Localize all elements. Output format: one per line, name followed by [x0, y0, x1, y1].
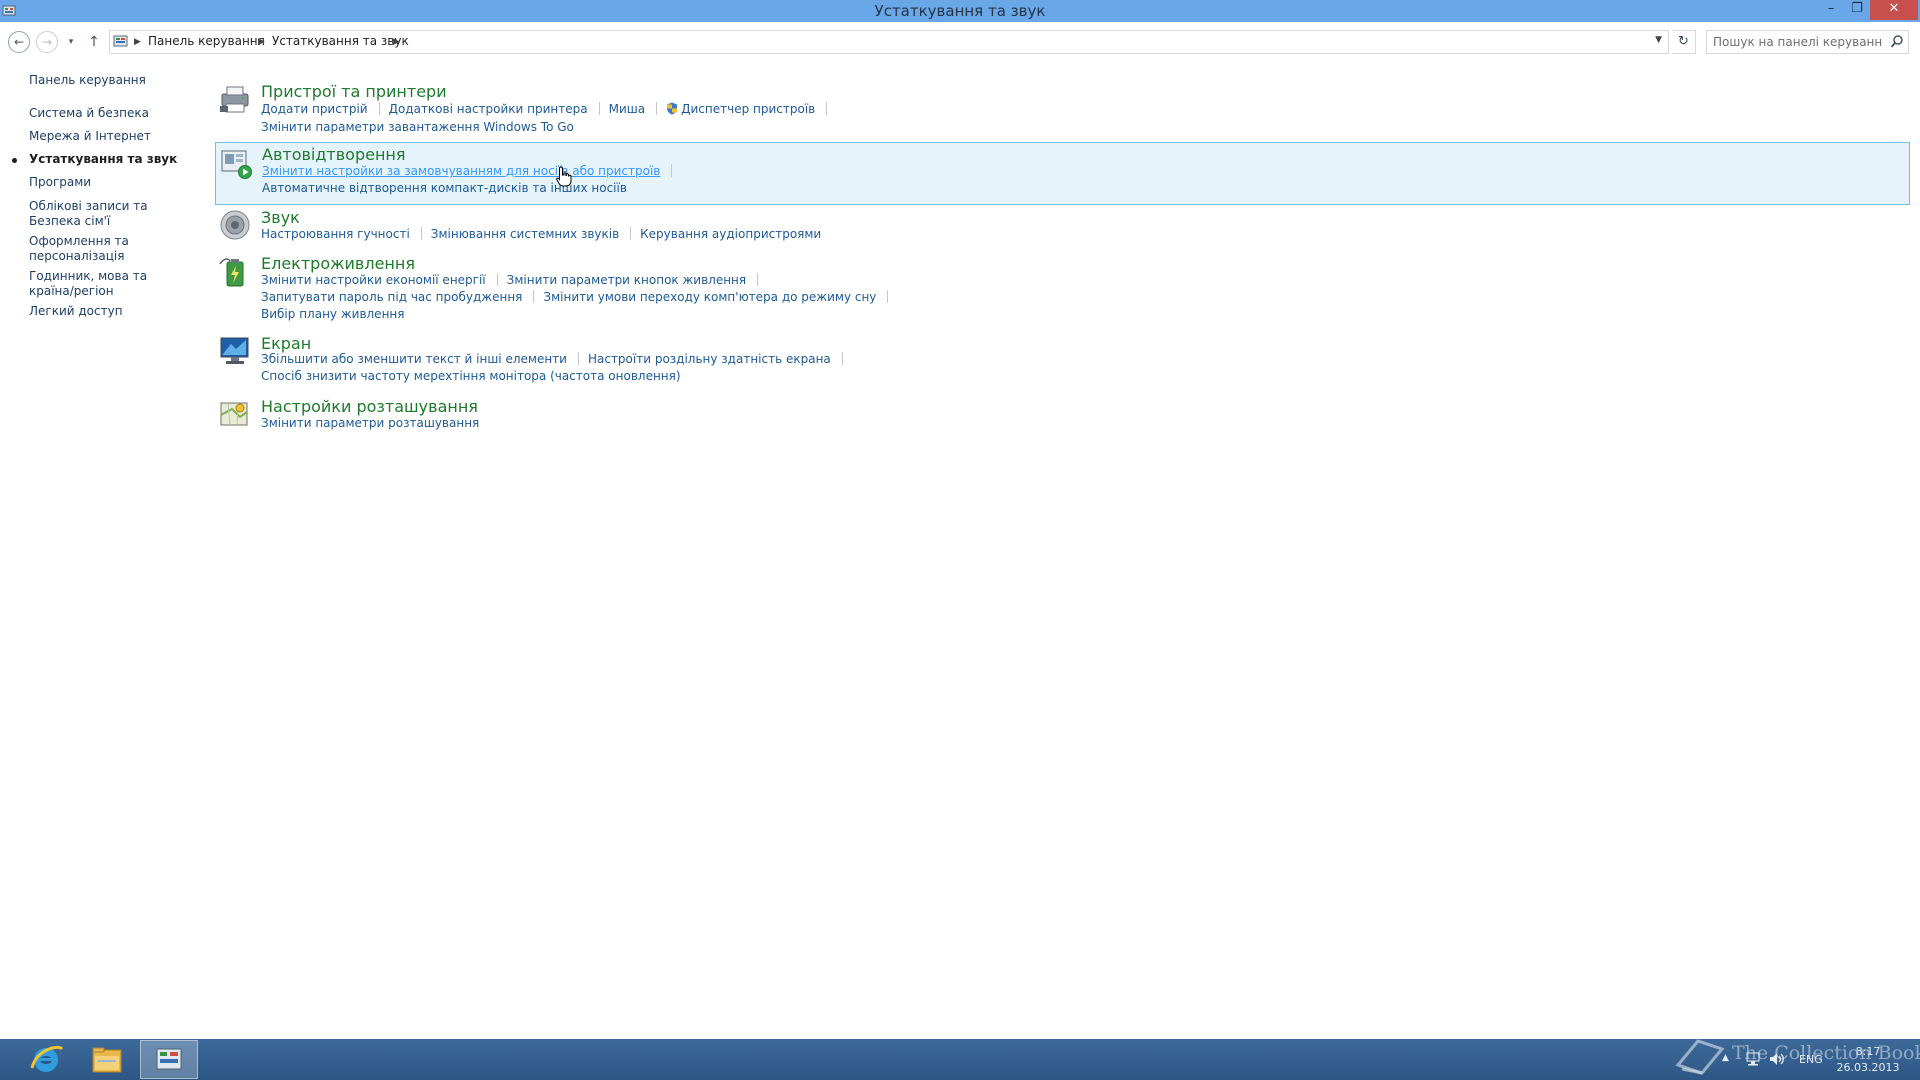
require-password-on-wakeup-link[interactable]: Запитувати пароль під час пробудження [261, 290, 522, 304]
address-bar[interactable]: ▶ Панель керування ▶ Устаткування та зву… [109, 30, 1669, 54]
category-location-settings: Настройки розташування Змінити параметри… [215, 397, 1910, 437]
control-panel-icon [156, 1048, 182, 1070]
link-row: Збільшити або зменшити текст й інші елем… [261, 352, 852, 367]
window-title: Устаткування та звук [874, 2, 1046, 20]
address-dropdown-chevron-down-icon[interactable]: ▼ [1655, 35, 1662, 45]
search-box[interactable] [1706, 30, 1909, 54]
category-devices-and-printers: Пристрої та принтери Додати пристрій Дода… [215, 82, 1910, 134]
autoplay-icon[interactable] [219, 147, 253, 181]
battery-icon[interactable] [218, 254, 252, 288]
monitor-icon[interactable] [218, 334, 252, 368]
category-sound: Звук Настроювання гучності Змінювання сис… [215, 208, 1910, 248]
link-row: Настроювання гучності Змінювання системни… [261, 227, 821, 242]
change-power-buttons-link[interactable]: Змінити параметри кнопок живлення [507, 273, 746, 287]
breadcrumb-separator-icon[interactable]: ▶ [393, 35, 400, 49]
taskbar-internet-explorer-button[interactable] [18, 1040, 76, 1079]
sidebar-item-user-accounts[interactable]: Облікові записи та Безпека сім'ї [29, 199, 189, 229]
manage-audio-devices-link[interactable]: Керування аудіопристроями [640, 227, 821, 241]
link-row: Змінити параметри розташування [261, 416, 479, 431]
sidebar-item-control-panel-home[interactable]: Панель керування [29, 73, 189, 88]
link-row: Запитувати пароль під час пробудження Змі… [261, 290, 897, 305]
change-sleep-settings-link[interactable]: Змінити умови переходу комп'ютера до реж… [543, 290, 876, 304]
forward-button[interactable]: → [36, 31, 58, 53]
change-location-settings-link[interactable]: Змінити параметри розташування [261, 416, 479, 430]
speaker-icon[interactable] [218, 208, 252, 242]
sidebar-item-hardware-and-sound[interactable]: Устаткування та звук [29, 152, 189, 167]
breadcrumb-separator-icon[interactable]: ▶ [258, 35, 265, 49]
category-title-location-settings[interactable]: Настройки розташування [261, 397, 478, 416]
link-row: Змінити настройки економії енергії Змінит… [261, 273, 767, 288]
advanced-printer-setup-link[interactable]: Додаткові настройки принтера [389, 102, 588, 116]
watermark-text: The Collection Book [1732, 1042, 1920, 1064]
choose-power-plan-link[interactable]: Вибір плану живлення [261, 307, 404, 321]
link-row: Вибір плану живлення [261, 307, 404, 322]
make-text-larger-link[interactable]: Збільшити або зменшити текст й інші елем… [261, 352, 567, 366]
link-row: Змінити настройки за замовчуванням для н… [262, 164, 681, 179]
hand-cursor-icon [556, 166, 572, 187]
category-title-power-options[interactable]: Електроживлення [261, 254, 415, 273]
search-input[interactable] [1713, 34, 1883, 50]
minimize-button[interactable]: – [1818, 0, 1844, 20]
back-button[interactable]: ← [8, 31, 30, 53]
link-row: Автоматичне відтворення компакт-дисків т… [262, 181, 627, 196]
taskbar-control-panel-button[interactable] [140, 1040, 198, 1079]
category-title-autoplay[interactable]: Автовідтворення [262, 145, 406, 164]
change-default-media-settings-link[interactable]: Змінити настройки за замовчуванням для н… [262, 164, 660, 178]
printer-icon[interactable] [218, 82, 252, 116]
sidebar-item-programs[interactable]: Програми [29, 175, 189, 190]
navigation-bar: ← → ▾ ↑ ▶ Панель керування ▶ Устаткуванн… [0, 22, 1920, 59]
watermark: The Collection Book [1672, 1033, 1920, 1077]
control-panel-icon [113, 35, 128, 47]
breadcrumb-hardware-and-sound[interactable]: Устаткування та звук [272, 34, 409, 48]
category-title-display[interactable]: Екран [261, 334, 311, 353]
internet-explorer-icon [30, 1045, 64, 1072]
location-icon[interactable] [218, 397, 252, 431]
breadcrumb-control-panel[interactable]: Панель керування [148, 34, 265, 48]
search-icon[interactable] [1890, 34, 1904, 50]
link-row: Додати пристрій Додаткові настройки принт… [261, 102, 836, 117]
device-manager-link[interactable]: Диспетчер пристроїв [681, 102, 815, 116]
sidebar-item-network-and-internet[interactable]: Мережа й Інтернет [29, 129, 189, 144]
change-system-sounds-link[interactable]: Змінювання системних звуків [431, 227, 619, 241]
title-bar: Устаткування та звук – ❐ ✕ [0, 0, 1920, 22]
windows-to-go-link[interactable]: Змінити параметри завантаження Windows T… [261, 120, 574, 134]
change-power-saving-settings-link[interactable]: Змінити настройки економії енергії [261, 273, 486, 287]
folder-icon [92, 1047, 122, 1073]
sidebar-item-clock-language-region[interactable]: Годинник, мова та країна/регіон [29, 269, 189, 299]
add-device-link[interactable]: Додати пристрій [261, 102, 368, 116]
up-button[interactable]: ↑ [85, 32, 103, 52]
refresh-button[interactable]: ↻ [1672, 30, 1696, 54]
taskbar-file-explorer-button[interactable] [78, 1040, 136, 1079]
link-row: Змінити параметри завантаження Windows T… [261, 120, 574, 135]
sidebar-item-ease-of-access[interactable]: Легкий доступ [29, 304, 189, 319]
uac-shield-icon [667, 102, 678, 115]
category-autoplay[interactable]: Автовідтворення Змінити настройки за зам… [215, 142, 1910, 205]
adjust-volume-link[interactable]: Настроювання гучності [261, 227, 410, 241]
reduce-flicker-link[interactable]: Спосіб знизити частоту мерехтіння моніто… [261, 369, 681, 383]
current-item-bullet-icon [12, 158, 17, 163]
link-row: Спосіб знизити частоту мерехтіння моніто… [261, 369, 681, 384]
sidebar-item-appearance[interactable]: Оформлення та персоналізація [29, 234, 189, 264]
mouse-link[interactable]: Миша [609, 102, 646, 116]
close-button[interactable]: ✕ [1870, 0, 1918, 20]
breadcrumb-separator-icon[interactable]: ▶ [134, 35, 141, 49]
category-title-devices-and-printers[interactable]: Пристрої та принтери [261, 82, 447, 101]
sidebar-item-system-and-security[interactable]: Система й безпека [29, 106, 189, 121]
autoplay-cds-link[interactable]: Автоматичне відтворення компакт-дисків т… [262, 181, 627, 195]
category-title-sound[interactable]: Звук [261, 208, 300, 227]
book-logo-icon [1675, 1039, 1725, 1075]
recent-locations-chevron-down-icon[interactable]: ▾ [64, 33, 78, 51]
adjust-screen-resolution-link[interactable]: Настроїти роздільну здатність екрана [588, 352, 831, 366]
category-power-options: Електроживлення Змінити настройки економ… [215, 254, 1910, 324]
taskbar: ▲ ENG 8:17 26.03.2013 [0, 1039, 1920, 1080]
category-display: Екран Збільшити або зменшити текст й інш… [215, 334, 1910, 388]
maximize-button[interactable]: ❐ [1844, 0, 1870, 20]
